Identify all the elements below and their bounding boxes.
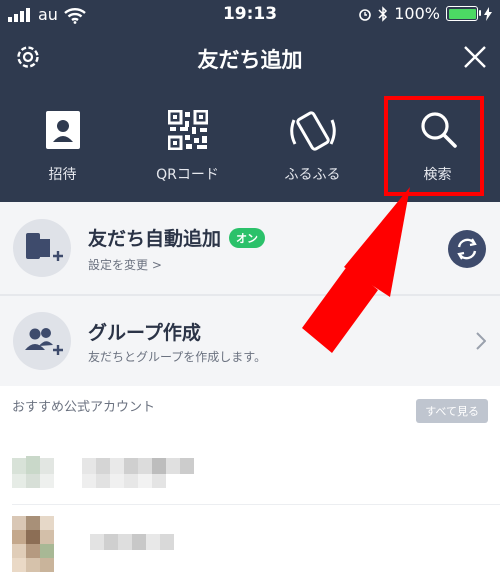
battery-icon <box>446 6 481 21</box>
group-add-icon <box>25 328 63 355</box>
action-label-shake: ふるふる <box>284 167 341 183</box>
action-label-qr: QRコード <box>156 167 219 183</box>
battery-percent: 100% <box>394 4 440 23</box>
invite-button[interactable]: 招待 <box>0 90 125 200</box>
blurred-account-image <box>12 516 174 572</box>
auto-add-avatar <box>13 219 71 277</box>
bluetooth-icon <box>378 5 388 22</box>
page-title: 友だち追加 <box>197 48 303 72</box>
status-badge: オン <box>229 228 266 248</box>
group-avatar <box>13 312 71 370</box>
see-all-button[interactable]: すべて見る <box>416 399 488 423</box>
header-bar: 友だち追加 <box>0 30 500 85</box>
group-subtitle: 友だちとグループを作成します。 <box>88 350 267 364</box>
recommended-account-1[interactable] <box>0 440 500 504</box>
group-title: グループ作成 <box>88 322 201 344</box>
status-bar: au 19:13 100% <box>0 0 500 30</box>
qr-code-button[interactable]: QRコード <box>125 90 250 200</box>
auto-add-title-line: 友だち自動追加 オン <box>88 224 266 251</box>
action-label-invite: 招待 <box>48 167 77 183</box>
phone-add-icon <box>26 233 63 261</box>
qr-code-icon <box>167 110 208 150</box>
auto-add-settings-link[interactable]: 設定を変更 > <box>88 256 162 273</box>
red-arrow-annotation <box>302 187 410 353</box>
account-divider <box>12 504 500 505</box>
sync-button[interactable] <box>448 230 486 268</box>
refresh-icon <box>457 238 477 260</box>
recommended-header: おすすめ公式アカウント <box>12 400 156 415</box>
alarm-icon <box>359 8 372 21</box>
shake-button[interactable]: ふるふる <box>250 90 375 200</box>
blurred-account-image <box>12 456 194 488</box>
close-icon[interactable] <box>462 44 488 70</box>
status-right-group: 100% <box>358 4 492 23</box>
recommended-account-2[interactable] <box>0 506 500 575</box>
search-highlight-box <box>384 96 484 196</box>
shake-phone-icon <box>289 111 336 151</box>
contact-card-icon <box>45 111 80 149</box>
chevron-right-icon <box>476 332 486 350</box>
charging-icon <box>484 6 492 21</box>
auto-add-title: 友だち自動追加 <box>88 228 222 250</box>
